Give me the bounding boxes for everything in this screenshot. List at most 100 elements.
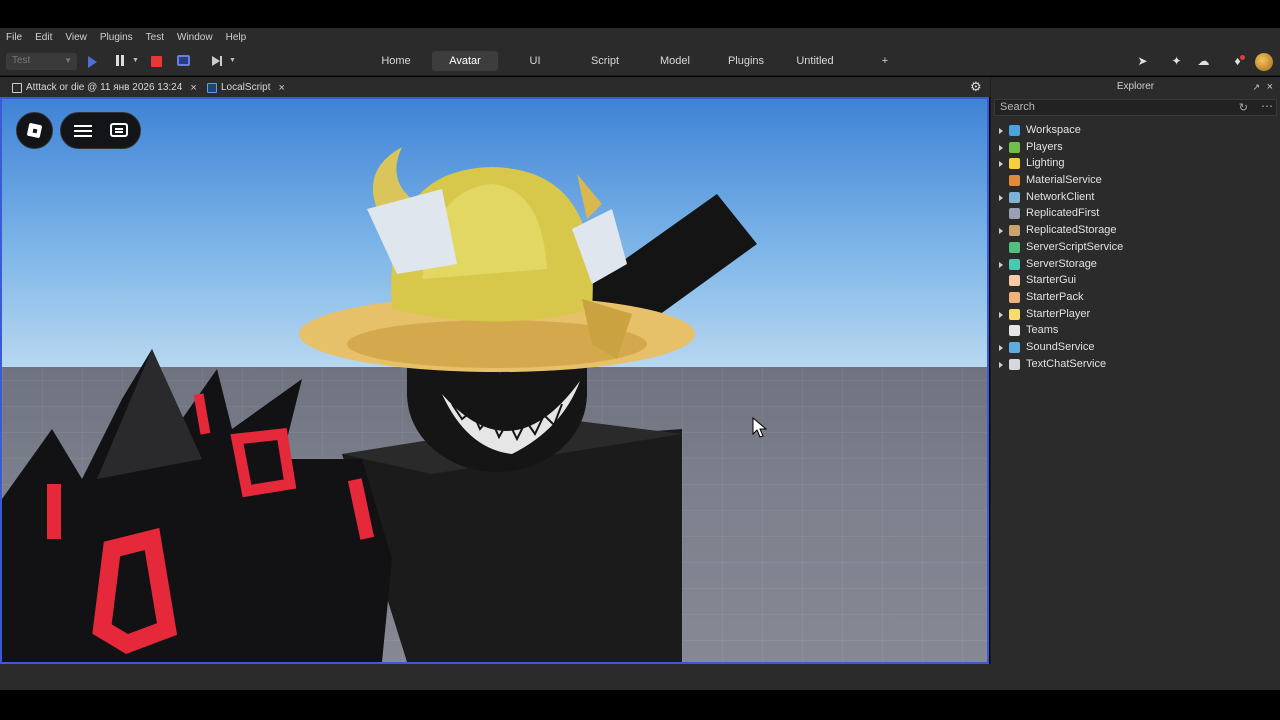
- game-menu-pill: [60, 112, 141, 149]
- menu-plugins[interactable]: Plugins: [100, 32, 133, 43]
- explorer-search-input[interactable]: Search ↻ ⋯: [994, 99, 1277, 116]
- explorer-item-label: MaterialService: [1026, 174, 1102, 187]
- explorer-item[interactable]: ReplicatedStorage: [991, 222, 1280, 239]
- menu-file[interactable]: File: [6, 32, 22, 43]
- service-icon: [1009, 158, 1020, 170]
- menu-test[interactable]: Test: [146, 32, 164, 43]
- service-icon: [1009, 291, 1020, 303]
- game-viewport[interactable]: [0, 97, 989, 664]
- expand-arrow-icon[interactable]: [999, 144, 1003, 151]
- service-icon: [1009, 358, 1020, 370]
- client-server-icon[interactable]: [177, 55, 190, 66]
- test-mode-select[interactable]: Test ▼: [6, 53, 77, 70]
- status-bar: [0, 664, 1280, 690]
- assistant-icon[interactable]: ✦: [1170, 55, 1183, 68]
- expand-arrow-icon[interactable]: [999, 161, 1003, 168]
- doc-tab-place-label: Atttack or die @ 11 янв 2026 13:24: [26, 82, 183, 93]
- close-icon[interactable]: ×: [1267, 77, 1273, 97]
- close-icon[interactable]: ×: [278, 82, 284, 94]
- explorer-item[interactable]: StarterPack: [991, 289, 1280, 306]
- expand-arrow-icon[interactable]: [999, 261, 1003, 268]
- letterbox-top: [0, 0, 1280, 28]
- explorer-item[interactable]: MaterialService: [991, 172, 1280, 189]
- explorer-title: Explorer: [1116, 81, 1155, 92]
- explorer-item[interactable]: ServerStorage: [991, 256, 1280, 273]
- play-icon[interactable]: [88, 56, 97, 68]
- popout-icon[interactable]: ↗: [1252, 77, 1260, 97]
- service-icon: [1009, 191, 1020, 203]
- explorer-item[interactable]: ReplicatedFirst: [991, 205, 1280, 222]
- explorer-item-label: Teams: [1026, 324, 1059, 337]
- history-icon[interactable]: ↻: [1239, 101, 1248, 116]
- menu-help[interactable]: Help: [226, 32, 247, 43]
- explorer-item[interactable]: Players: [991, 139, 1280, 156]
- tab-home[interactable]: Home: [378, 51, 414, 71]
- gear-icon[interactable]: ⚙: [970, 80, 982, 93]
- hamburger-icon[interactable]: [74, 125, 92, 137]
- menu-edit[interactable]: Edit: [35, 32, 52, 43]
- add-tab-button[interactable]: +: [878, 51, 892, 71]
- expand-arrow-icon[interactable]: [999, 128, 1003, 134]
- service-icon: [1009, 308, 1020, 320]
- place-file-icon: [12, 82, 22, 93]
- explorer-item[interactable]: Workspace: [991, 122, 1280, 139]
- explorer-item-label: Lighting: [1026, 157, 1065, 170]
- tab-script[interactable]: Script: [588, 51, 622, 71]
- explorer-item[interactable]: SoundService: [991, 339, 1280, 356]
- explorer-item-label: NetworkClient: [1026, 190, 1095, 203]
- cloud-icon[interactable]: ☁: [1197, 55, 1210, 68]
- explorer-item-label: StarterPlayer: [1026, 307, 1091, 320]
- explorer-item-label: ReplicatedFirst: [1026, 207, 1100, 220]
- service-icon: [1009, 125, 1020, 136]
- chat-icon[interactable]: [110, 123, 128, 137]
- chevron-down-icon[interactable]: ▼: [132, 57, 139, 64]
- doc-tab-place[interactable]: Atttack or die @ 11 янв 2026 13:24 ×: [12, 80, 197, 95]
- toolbar: Test ▼ ▼ ▼: [0, 47, 1280, 76]
- chevron-down-icon[interactable]: ▼: [229, 57, 236, 64]
- explorer-item[interactable]: ServerScriptService: [991, 239, 1280, 256]
- menu-window[interactable]: Window: [177, 32, 213, 43]
- localscript-icon: [207, 82, 217, 93]
- explorer-item-label: ReplicatedStorage: [1026, 224, 1117, 237]
- explorer-item[interactable]: Teams: [991, 322, 1280, 339]
- roblox-menu-button[interactable]: [16, 112, 53, 149]
- tab-untitled[interactable]: Untitled: [793, 51, 837, 71]
- expand-arrow-icon[interactable]: [999, 228, 1003, 235]
- doc-tab-localscript-label: LocalScript: [221, 82, 271, 93]
- explorer-item[interactable]: StarterGui: [991, 272, 1280, 289]
- explorer-search-placeholder: Search: [1000, 101, 1035, 113]
- tab-model[interactable]: Model: [657, 51, 693, 71]
- tab-avatar[interactable]: Avatar: [432, 51, 498, 71]
- explorer-item[interactable]: TextChatService: [991, 356, 1280, 373]
- explorer-item-label: SoundService: [1026, 340, 1095, 353]
- share-icon[interactable]: ➤: [1136, 55, 1149, 68]
- expand-arrow-icon[interactable]: [999, 311, 1003, 318]
- tab-ui[interactable]: UI: [525, 51, 545, 71]
- step-forward-icon[interactable]: [212, 56, 226, 70]
- avatar[interactable]: [1255, 53, 1273, 71]
- chevron-down-icon: ▼: [64, 56, 72, 65]
- pause-icon[interactable]: [114, 54, 128, 68]
- service-icon: [1009, 208, 1020, 220]
- more-icon[interactable]: ⋯: [1261, 99, 1273, 114]
- menu-view[interactable]: View: [65, 32, 87, 43]
- explorer-item-label: ServerStorage: [1026, 257, 1097, 270]
- service-icon: [1009, 241, 1020, 253]
- stop-icon[interactable]: [151, 56, 162, 67]
- close-icon[interactable]: ×: [190, 82, 196, 94]
- doc-tab-localscript[interactable]: LocalScript ×: [207, 80, 285, 95]
- expand-arrow-icon[interactable]: [999, 344, 1003, 351]
- service-icon: [1009, 258, 1020, 270]
- mouse-cursor-icon: [752, 417, 768, 438]
- tab-plugins[interactable]: Plugins: [725, 51, 767, 71]
- explorer-item[interactable]: NetworkClient: [991, 189, 1280, 206]
- expand-arrow-icon[interactable]: [999, 361, 1003, 368]
- letterbox-bottom: [0, 690, 1280, 720]
- expand-arrow-icon[interactable]: [999, 194, 1003, 201]
- explorer-item[interactable]: StarterPlayer: [991, 306, 1280, 323]
- horn-right: [577, 174, 602, 219]
- service-icon: [1009, 325, 1020, 337]
- explorer-item[interactable]: Lighting: [991, 155, 1280, 172]
- service-icon: [1009, 275, 1020, 287]
- service-icon: [1009, 175, 1020, 187]
